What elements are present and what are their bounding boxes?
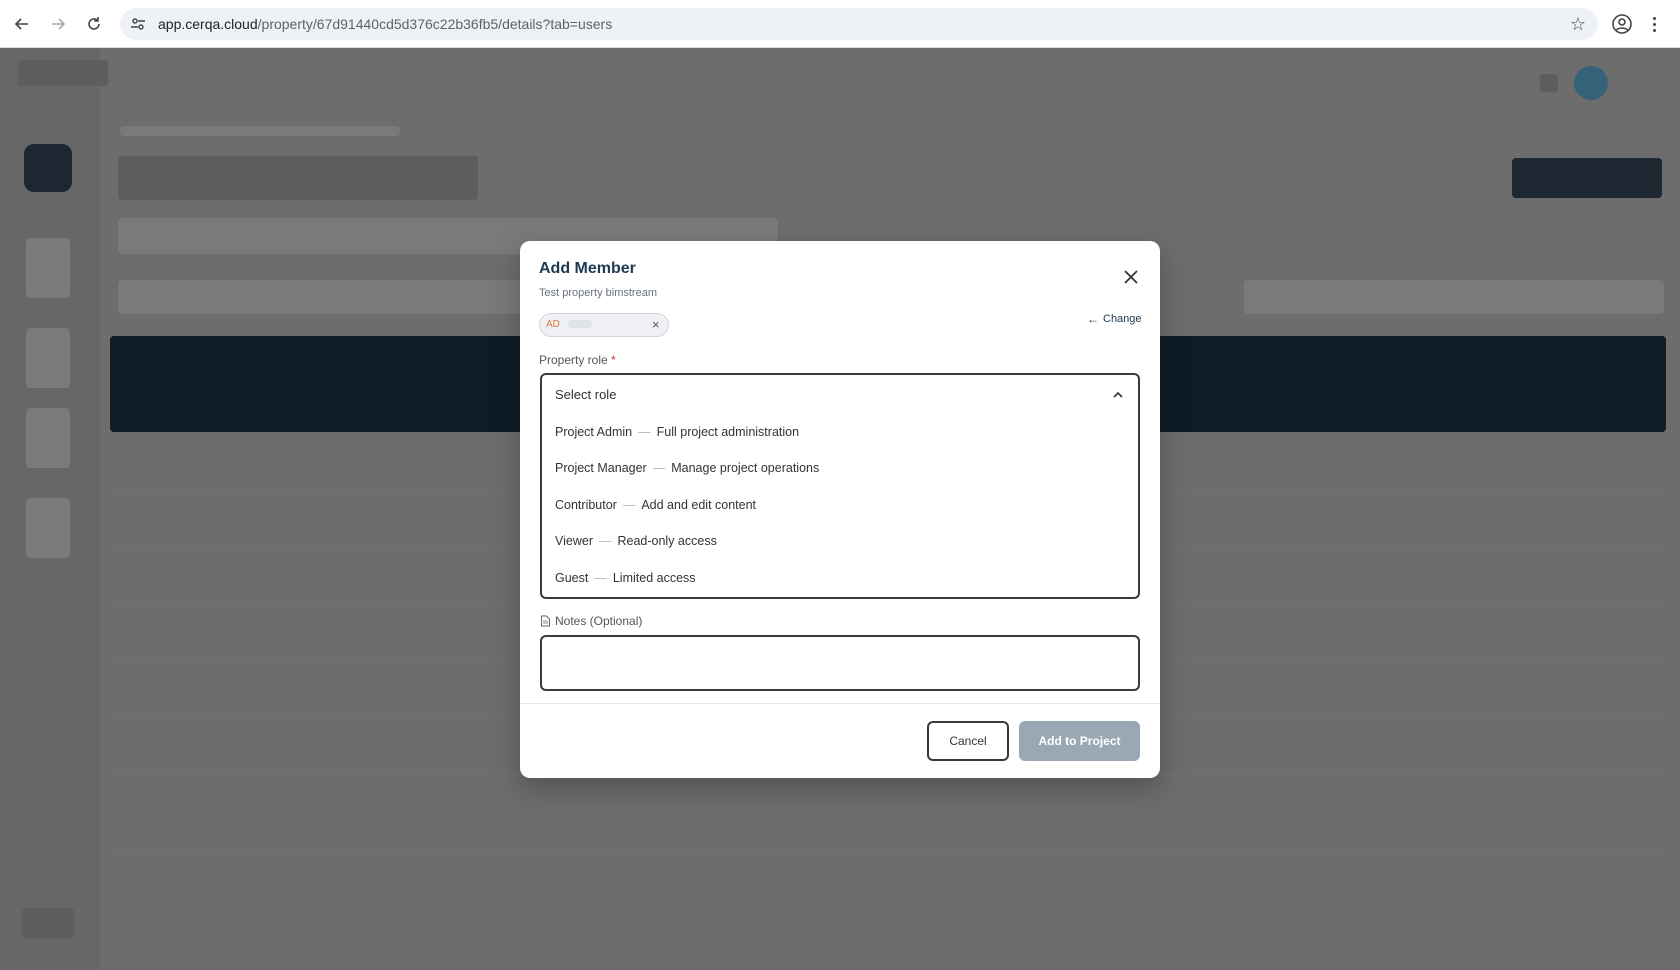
role-label: Property role * xyxy=(539,353,616,367)
notes-textarea[interactable] xyxy=(540,635,1140,691)
dialog-subtitle: Test property bimstream xyxy=(539,287,657,299)
chevron-up-icon xyxy=(1113,391,1123,398)
option-name: Project Manager xyxy=(555,461,647,475)
app-sidebar xyxy=(0,48,108,970)
selected-user-chip: AD × xyxy=(539,313,669,337)
bookmark-star-icon[interactable]: ☆ xyxy=(1570,14,1586,35)
notes-label: Notes (Optional) xyxy=(540,614,642,628)
add-to-project-button[interactable]: Add to Project xyxy=(1019,721,1140,761)
page-title xyxy=(118,156,478,200)
document-icon xyxy=(541,615,550,627)
option-desc: Add and edit content xyxy=(641,498,757,512)
cancel-button[interactable]: Cancel xyxy=(927,721,1009,761)
sidebar-item xyxy=(26,238,70,298)
option-desc: Manage project operations xyxy=(671,461,820,475)
option-name: Project Admin xyxy=(555,425,633,439)
role-option-viewer[interactable]: Viewer — Read-only access xyxy=(555,534,717,548)
sidebar-footer xyxy=(22,908,74,938)
search-box xyxy=(1244,280,1664,314)
arrow-left-icon: ← xyxy=(1087,312,1099,326)
url-host: app.cerqa.cloud xyxy=(158,16,258,32)
option-desc: Limited access xyxy=(612,571,696,585)
option-name: Guest xyxy=(555,571,589,585)
site-settings-icon[interactable] xyxy=(130,16,146,32)
required-mark: * xyxy=(611,353,616,367)
reload-icon[interactable] xyxy=(82,12,106,36)
change-label: Change xyxy=(1103,313,1142,325)
remove-user-icon[interactable]: × xyxy=(652,317,660,332)
role-select-placeholder: Select role xyxy=(555,387,617,402)
row-divider xyxy=(110,848,1666,849)
option-name: Contributor xyxy=(555,498,617,512)
option-name: Viewer xyxy=(555,534,593,548)
dialog-title: Add Member xyxy=(539,260,636,277)
option-desc: Read-only access xyxy=(617,534,717,548)
sidebar-item xyxy=(26,328,70,388)
filters xyxy=(118,280,558,314)
notes-label-text: Notes (Optional) xyxy=(555,614,643,628)
option-desc: Full project administration xyxy=(656,425,800,439)
notification-icon xyxy=(1540,74,1558,92)
forward-icon[interactable] xyxy=(46,12,70,36)
sidebar-item xyxy=(26,498,70,558)
user-initials: AD xyxy=(546,319,560,330)
app-logo xyxy=(18,60,108,86)
change-user-link[interactable]: ← Change xyxy=(1087,312,1142,326)
role-select[interactable]: Select role xyxy=(540,373,1140,415)
role-option-project-admin[interactable]: Project Admin — Full project administratio… xyxy=(555,425,799,439)
role-option-project-manager[interactable]: Project Manager — Manage project operation… xyxy=(555,461,819,475)
profile-icon[interactable] xyxy=(1610,12,1634,36)
browser-toolbar: app.cerqa.cloud/property/67d91440cd5d376… xyxy=(0,0,1680,48)
add-member-dialog: Add Member Test property bimstream AD × … xyxy=(520,241,1160,778)
sidebar-active-item xyxy=(24,144,72,192)
primary-action-button xyxy=(1512,158,1662,198)
role-option-guest[interactable]: Guest — Limited access xyxy=(555,571,696,585)
role-options-list: Project Admin — Full project administratio… xyxy=(540,415,1140,599)
url-path: /property/67d91440cd5d376c22b36fb5/detai… xyxy=(257,16,613,32)
sidebar-item xyxy=(26,408,70,468)
footer-divider xyxy=(520,703,1160,704)
back-icon[interactable] xyxy=(10,12,34,36)
more-icon[interactable] xyxy=(1646,12,1662,36)
user-name-redacted xyxy=(568,320,592,328)
avatar xyxy=(1574,66,1608,100)
address-bar[interactable]: app.cerqa.cloud/property/67d91440cd5d376… xyxy=(120,8,1598,40)
role-option-contributor[interactable]: Contributor — Add and edit content xyxy=(555,498,756,512)
role-label-text: Property role xyxy=(539,353,608,367)
close-icon[interactable] xyxy=(1122,268,1140,286)
url-text: app.cerqa.cloud/property/67d91440cd5d376… xyxy=(158,16,612,32)
breadcrumb xyxy=(120,126,400,136)
